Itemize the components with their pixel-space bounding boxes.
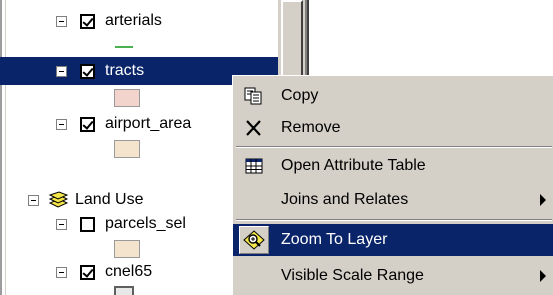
layer-name: cnel65: [105, 263, 153, 280]
menu-item-label: Joins and Relates: [281, 191, 409, 208]
zoom-to-layer-icon: [243, 230, 265, 250]
menu-separator: [236, 219, 552, 221]
layer-row-arterials[interactable]: arterials: [56, 8, 278, 34]
tracts-fill-symbol: [114, 89, 140, 107]
arterials-line-symbol: [115, 46, 133, 48]
menu-item-joins-and-relates[interactable]: Joins and Relates: [233, 184, 553, 216]
menu-item-label: Remove: [281, 119, 341, 136]
scrollbar-thumb[interactable]: [281, 0, 303, 80]
menu-item-label: Open Attribute Table: [281, 157, 426, 174]
layer-context-menu: Copy Remove Open Attribute Table Joins a…: [232, 75, 553, 295]
layer-visibility-checkbox[interactable]: [80, 63, 95, 79]
menu-item-remove[interactable]: Remove: [233, 112, 553, 144]
menu-item-visible-scale-range[interactable]: Visible Scale Range: [233, 260, 553, 292]
layer-visibility-checkbox[interactable]: [80, 264, 95, 280]
menu-item-zoom-to-layer[interactable]: Zoom To Layer: [233, 224, 553, 256]
menu-item-label: Copy: [281, 87, 319, 104]
airport-area-fill-symbol: [114, 140, 140, 158]
menu-item-copy[interactable]: Copy: [233, 80, 553, 112]
collapse-toggle[interactable]: [28, 194, 39, 206]
menu-item-label: Zoom To Layer: [281, 231, 388, 248]
menu-separator: [236, 146, 552, 148]
layer-name: airport_area: [105, 115, 192, 132]
layer-name: parcels_sel: [105, 215, 186, 232]
cnel65-symbol: [114, 286, 134, 295]
toc-border: [0, 0, 2, 295]
layer-group-icon: [48, 191, 69, 208]
collapse-toggle[interactable]: [56, 218, 67, 230]
collapse-toggle[interactable]: [56, 266, 67, 278]
table-icon: [245, 158, 263, 174]
submenu-arrow-icon: [540, 194, 546, 206]
layer-name: arterials: [105, 12, 162, 29]
copy-icon: [244, 87, 262, 105]
layer-name: tracts: [105, 62, 145, 79]
collapse-toggle[interactable]: [56, 118, 67, 130]
group-name: Land Use: [75, 191, 144, 208]
layer-visibility-checkbox[interactable]: [80, 13, 95, 29]
submenu-arrow-icon: [540, 270, 546, 282]
collapse-toggle[interactable]: [56, 65, 67, 77]
remove-x-icon: [246, 120, 261, 136]
layer-visibility-checkbox[interactable]: [80, 116, 95, 132]
layer-visibility-checkbox[interactable]: [80, 216, 95, 232]
parcels-sel-fill-symbol: [114, 240, 140, 258]
collapse-toggle[interactable]: [56, 15, 67, 27]
menu-item-open-attribute-table[interactable]: Open Attribute Table: [233, 150, 553, 182]
menu-item-label: Visible Scale Range: [281, 267, 424, 284]
toc-border-inner: [5, 0, 6, 295]
